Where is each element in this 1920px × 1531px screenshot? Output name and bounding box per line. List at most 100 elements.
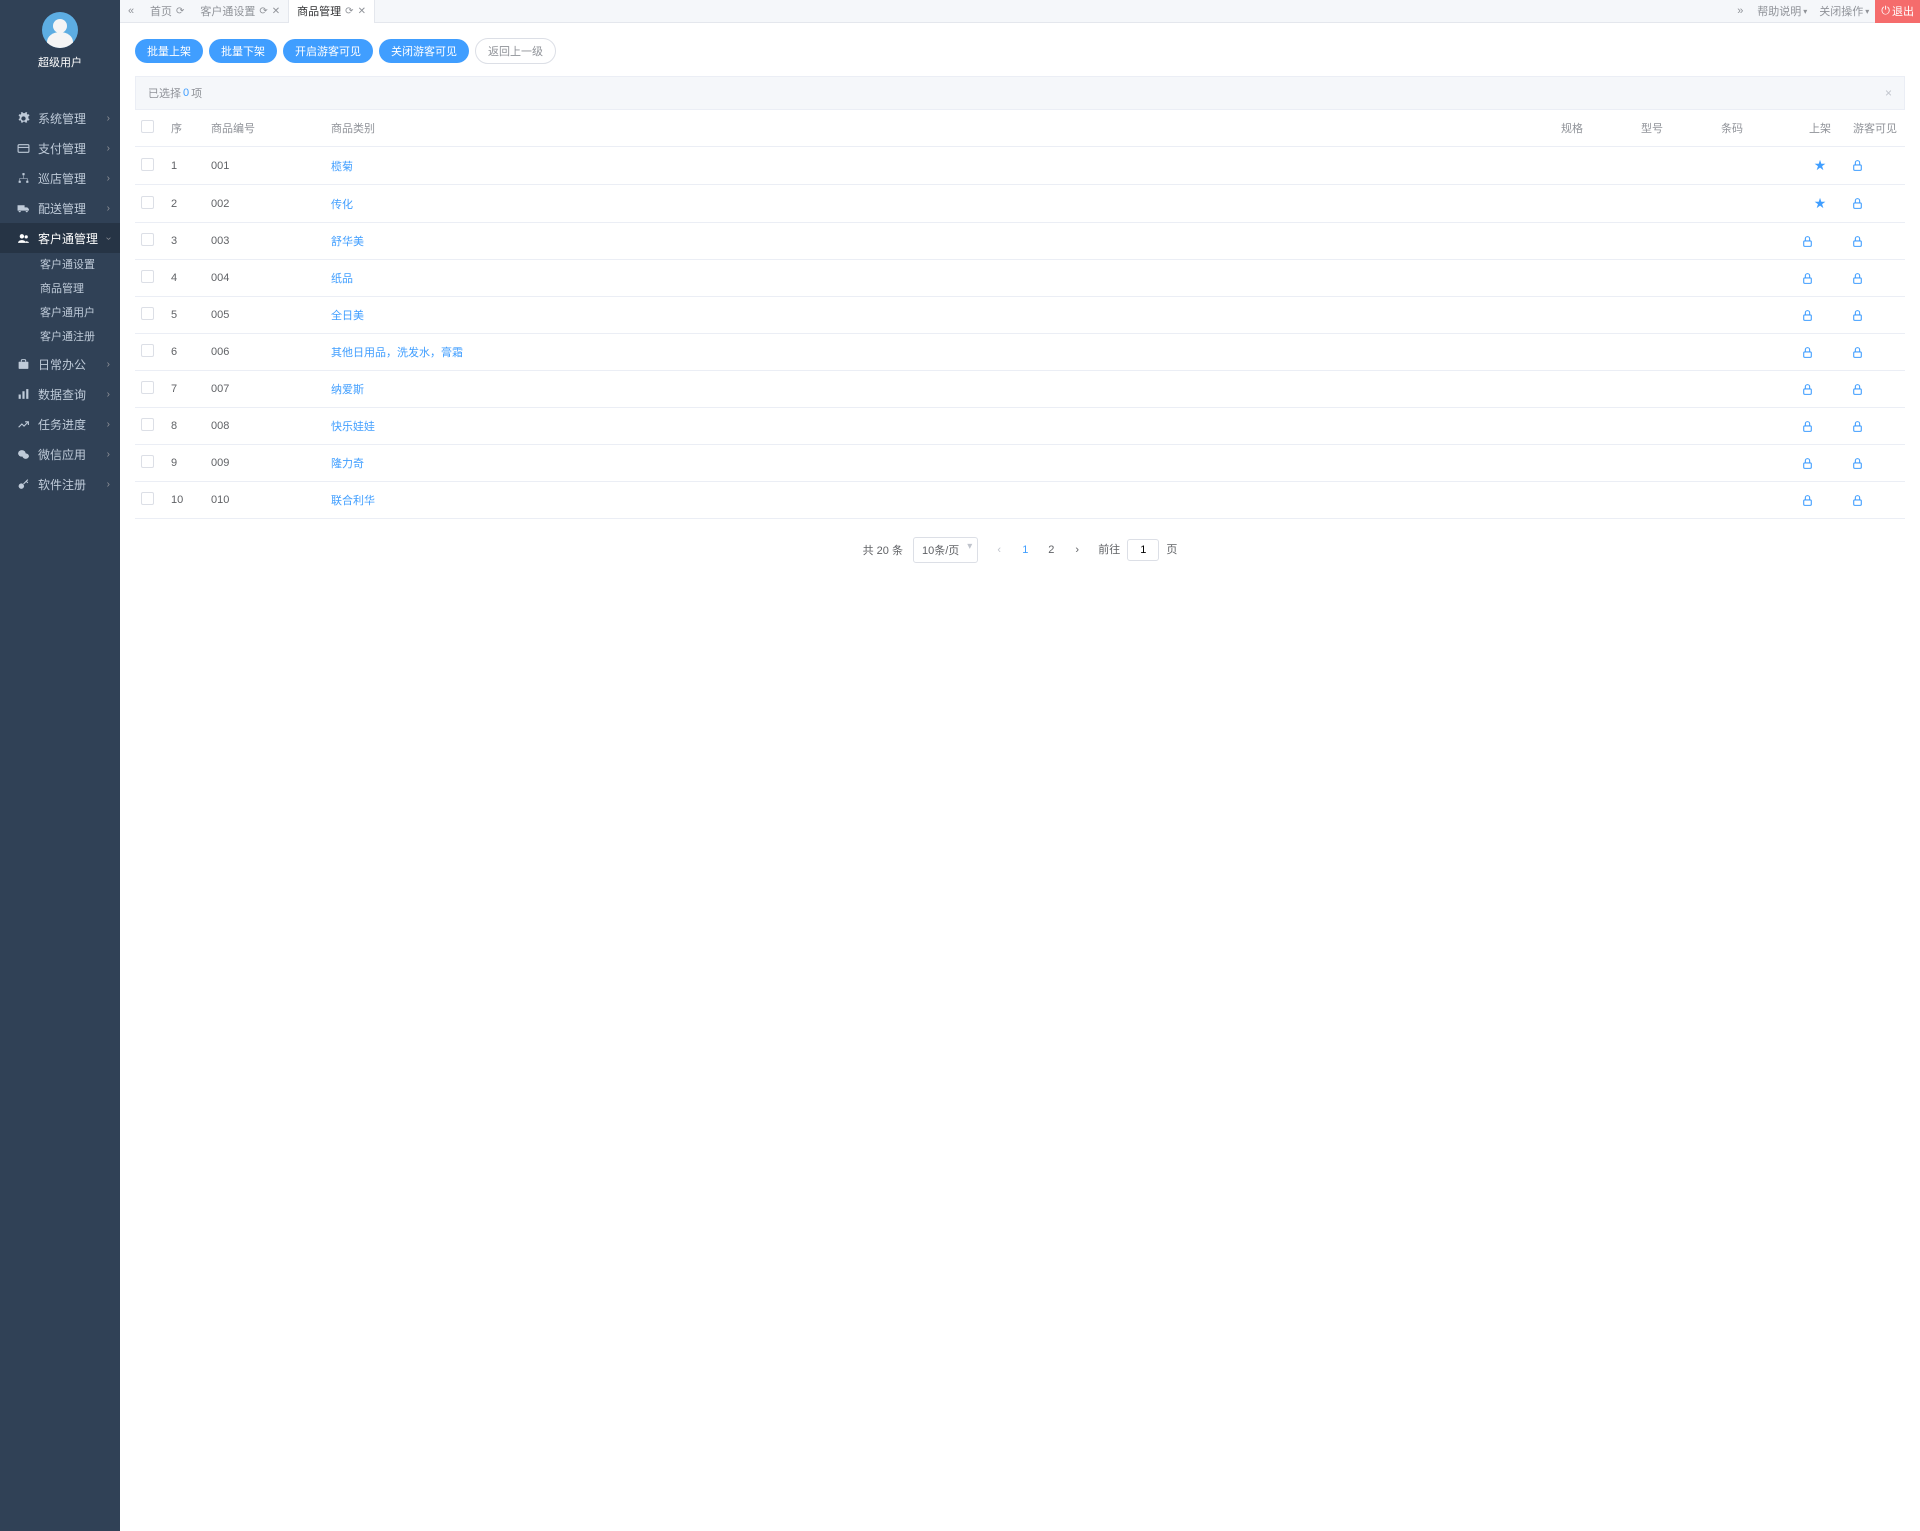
refresh-icon[interactable]: ⟳	[345, 6, 353, 17]
page-size-select[interactable]: 10条/页	[913, 537, 978, 563]
row-checkbox[interactable]	[141, 270, 154, 283]
products-table: 序 商品编号 商品类别 规格 型号 条码 上架 游客可见 1001榄菊★2002…	[135, 110, 1905, 519]
avatar[interactable]	[42, 12, 78, 48]
category-link[interactable]: 隆力奇	[331, 458, 364, 470]
sidebar-item-data[interactable]: 数据查询 ›	[0, 379, 120, 409]
close-icon[interactable]: ✕	[272, 6, 280, 17]
sidebar-item-label: 任务进度	[38, 416, 107, 433]
close-guest-button[interactable]: 关闭游客可见	[379, 39, 469, 63]
lock-icon[interactable]	[1851, 159, 1899, 172]
submenu-item-settings[interactable]: 客户通设置	[0, 253, 120, 277]
cogs-icon	[16, 111, 30, 125]
cell-barcode	[1715, 371, 1795, 408]
tabs-prev-icon[interactable]: «	[120, 5, 142, 17]
cell-guest	[1845, 260, 1905, 297]
users-icon	[16, 231, 30, 245]
batch-off-button[interactable]: 批量下架	[209, 39, 277, 63]
page-number[interactable]: 2	[1040, 539, 1062, 561]
star-icon[interactable]: ★	[1814, 195, 1827, 211]
cell-onshelf	[1795, 371, 1845, 408]
cell-spec	[1555, 334, 1635, 371]
sidebar-item-wechat[interactable]: 微信应用 ›	[0, 439, 120, 469]
sidebar-item-system[interactable]: 系统管理 ›	[0, 103, 120, 133]
row-checkbox[interactable]	[141, 455, 154, 468]
select-all-checkbox[interactable]	[141, 120, 154, 133]
refresh-icon[interactable]: ⟳	[176, 6, 184, 17]
category-link[interactable]: 联合利华	[331, 495, 375, 507]
lock-icon[interactable]	[1801, 235, 1839, 248]
sidebar-item-register[interactable]: 软件注册 ›	[0, 469, 120, 499]
category-link[interactable]: 舒华美	[331, 236, 364, 248]
row-checkbox[interactable]	[141, 307, 154, 320]
star-icon[interactable]: ★	[1814, 157, 1827, 173]
help-dropdown[interactable]: 帮助说明 ▾	[1751, 3, 1813, 19]
cell-guest	[1845, 297, 1905, 334]
row-checkbox[interactable]	[141, 158, 154, 171]
lock-icon[interactable]	[1851, 309, 1899, 322]
lock-icon[interactable]	[1801, 383, 1839, 396]
sidebar-item-payment[interactable]: 支付管理 ›	[0, 133, 120, 163]
category-link[interactable]: 快乐娃娃	[331, 421, 375, 433]
category-link[interactable]: 其他日用品，洗发水，膏霜	[331, 347, 463, 359]
cell-onshelf	[1795, 297, 1845, 334]
tab-products[interactable]: 商品管理 ⟳ ✕	[288, 0, 375, 23]
lock-icon[interactable]	[1801, 457, 1839, 470]
lock-icon[interactable]	[1801, 346, 1839, 359]
sidebar-item-daily[interactable]: 日常办公 ›	[0, 349, 120, 379]
row-checkbox[interactable]	[141, 344, 154, 357]
chevron-down-icon: ›	[103, 236, 114, 239]
table-row: 3003舒华美	[135, 223, 1905, 260]
cell-spec	[1555, 408, 1635, 445]
close-ops-dropdown[interactable]: 关闭操作 ▾	[1813, 3, 1875, 19]
submenu-item-register[interactable]: 客户通注册	[0, 325, 120, 349]
cell-onshelf: ★	[1795, 185, 1845, 223]
lock-icon[interactable]	[1801, 494, 1839, 507]
submenu-item-users[interactable]: 客户通用户	[0, 301, 120, 325]
table-row: 6006其他日用品，洗发水，膏霜	[135, 334, 1905, 371]
lock-icon[interactable]	[1851, 420, 1899, 433]
open-guest-button[interactable]: 开启游客可见	[283, 39, 373, 63]
tab-home[interactable]: 首页 ⟳	[142, 0, 192, 23]
lock-icon[interactable]	[1851, 383, 1899, 396]
sidebar-item-store[interactable]: 巡店管理 ›	[0, 163, 120, 193]
row-checkbox[interactable]	[141, 418, 154, 431]
refresh-icon[interactable]: ⟳	[259, 6, 267, 17]
lock-icon[interactable]	[1851, 494, 1899, 507]
lock-icon[interactable]	[1801, 309, 1839, 322]
lock-icon[interactable]	[1801, 420, 1839, 433]
lock-icon[interactable]	[1801, 272, 1839, 285]
tab-customer-settings[interactable]: 客户通设置 ⟳ ✕	[192, 0, 288, 23]
next-page-icon[interactable]: ›	[1066, 539, 1088, 561]
close-icon[interactable]: ✕	[358, 6, 366, 17]
row-checkbox[interactable]	[141, 492, 154, 505]
lock-icon[interactable]	[1851, 346, 1899, 359]
power-icon: ⏻	[1881, 5, 1890, 18]
tabs-next-icon[interactable]: »	[1729, 5, 1751, 17]
category-link[interactable]: 纳爱斯	[331, 384, 364, 396]
submenu-item-products[interactable]: 商品管理	[0, 277, 120, 301]
row-checkbox[interactable]	[141, 196, 154, 209]
sidebar-item-customer[interactable]: 客户通管理 ›	[0, 223, 120, 253]
category-link[interactable]: 全日美	[331, 310, 364, 322]
category-link[interactable]: 传化	[331, 199, 353, 211]
sidebar-item-delivery[interactable]: 配送管理 ›	[0, 193, 120, 223]
category-link[interactable]: 榄菊	[331, 161, 353, 173]
lock-icon[interactable]	[1851, 272, 1899, 285]
category-link[interactable]: 纸品	[331, 273, 353, 285]
goto-input[interactable]	[1127, 539, 1159, 561]
chevron-right-icon: ›	[107, 203, 110, 214]
batch-on-button[interactable]: 批量上架	[135, 39, 203, 63]
cell-code: 001	[205, 147, 325, 185]
close-icon[interactable]: ×	[1885, 86, 1892, 100]
row-checkbox[interactable]	[141, 381, 154, 394]
sidebar-item-task[interactable]: 任务进度 ›	[0, 409, 120, 439]
row-checkbox[interactable]	[141, 233, 154, 246]
lock-icon[interactable]	[1851, 457, 1899, 470]
lock-icon[interactable]	[1851, 197, 1899, 210]
prev-page-icon[interactable]: ‹	[988, 539, 1010, 561]
lock-icon[interactable]	[1851, 235, 1899, 248]
back-button[interactable]: 返回上一级	[475, 38, 556, 64]
exit-button[interactable]: ⏻ 退出	[1875, 0, 1920, 23]
page-number[interactable]: 1	[1014, 539, 1036, 561]
col-barcode: 条码	[1715, 110, 1795, 147]
